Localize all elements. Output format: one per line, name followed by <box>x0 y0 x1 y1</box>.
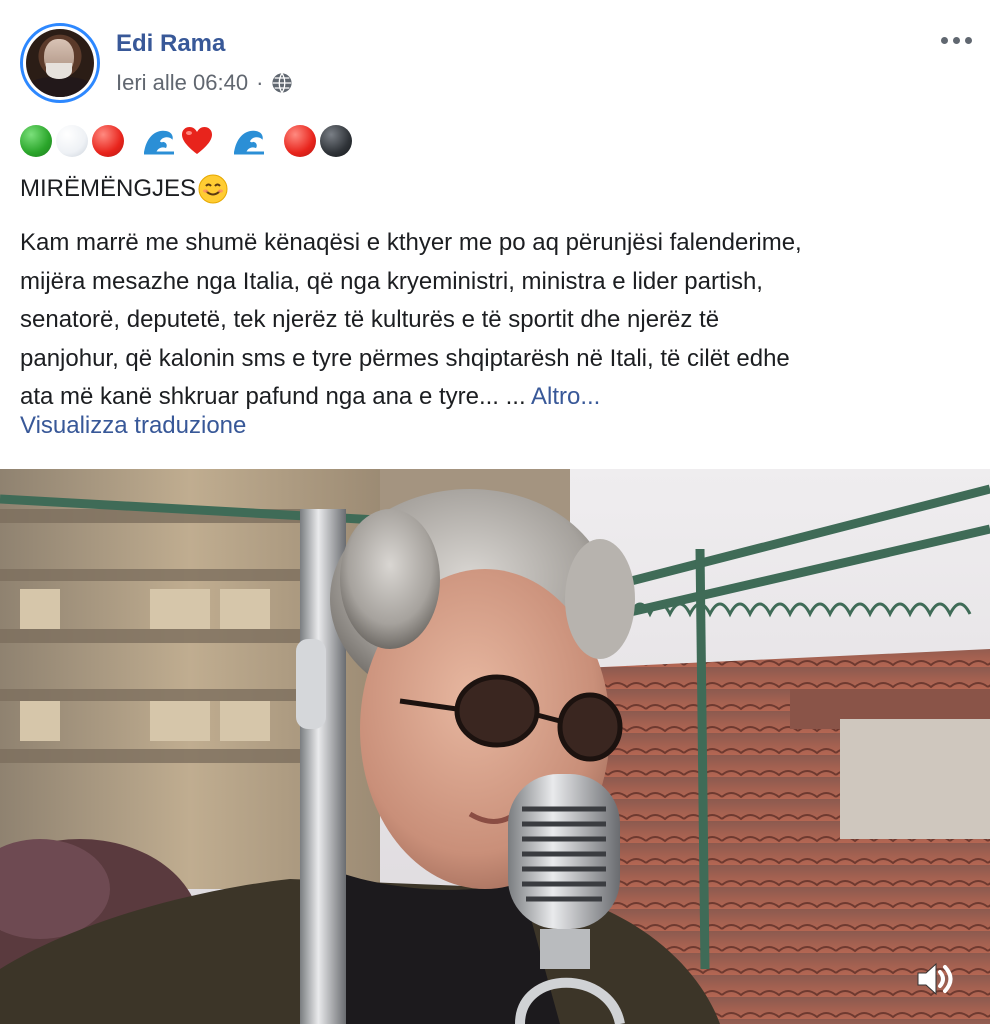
body-line: senatorë, deputetë, tek njerëz të kultur… <box>20 306 720 333</box>
body-line-last: ata më kanë shkruar pafund nga ana e tyr… <box>20 378 970 417</box>
greeting-text: MIRËMËNGJES <box>20 175 197 202</box>
body-line: ata më kanë shkruar pafund nga ana e tyr… <box>20 383 526 410</box>
author-avatar[interactable] <box>20 23 100 103</box>
video-player[interactable] <box>0 469 990 1024</box>
meta-separator: · <box>256 70 264 95</box>
body-line: panjohur, që kalonin sms e tyre përmes s… <box>20 344 790 372</box>
see-translation-link[interactable]: Visualizza traduzione <box>20 412 246 440</box>
water-wave-icon <box>234 130 264 155</box>
author-name[interactable]: Edi Rama <box>116 30 225 58</box>
greeting-line: MIRËMËNGJES <box>20 174 228 204</box>
post-timestamp[interactable]: Ieri alle 06:40 <box>116 70 248 96</box>
avatar-image <box>26 29 94 97</box>
smiling-face-icon <box>198 174 228 204</box>
emoji-row <box>20 124 352 158</box>
globe-icon[interactable] <box>271 72 293 94</box>
green-circle-icon <box>20 125 52 157</box>
red-circle-icon <box>92 125 124 157</box>
white-circle-icon <box>56 125 88 157</box>
more-options-icon[interactable] <box>936 28 976 52</box>
volume-icon[interactable] <box>912 957 956 1001</box>
black-circle-icon <box>320 125 352 157</box>
post-header: Edi Rama Ieri alle 06:40 · <box>0 0 990 112</box>
post-body: Kam marrë me shumë kënaqësi e kthyer me … <box>20 224 970 417</box>
body-line: mijëra mesazhe nga Italia, që nga kryemi… <box>20 267 763 295</box>
body-line: Kam marrë me shumë kënaqësi e kthyer me … <box>20 229 802 256</box>
red-heart-icon <box>182 127 212 154</box>
video-frame <box>0 469 990 1024</box>
red-circle-icon <box>284 125 316 157</box>
post-meta: Ieri alle 06:40 · <box>116 70 293 96</box>
water-wave-icon <box>144 130 174 155</box>
see-more-link[interactable]: Altro... <box>531 383 600 410</box>
